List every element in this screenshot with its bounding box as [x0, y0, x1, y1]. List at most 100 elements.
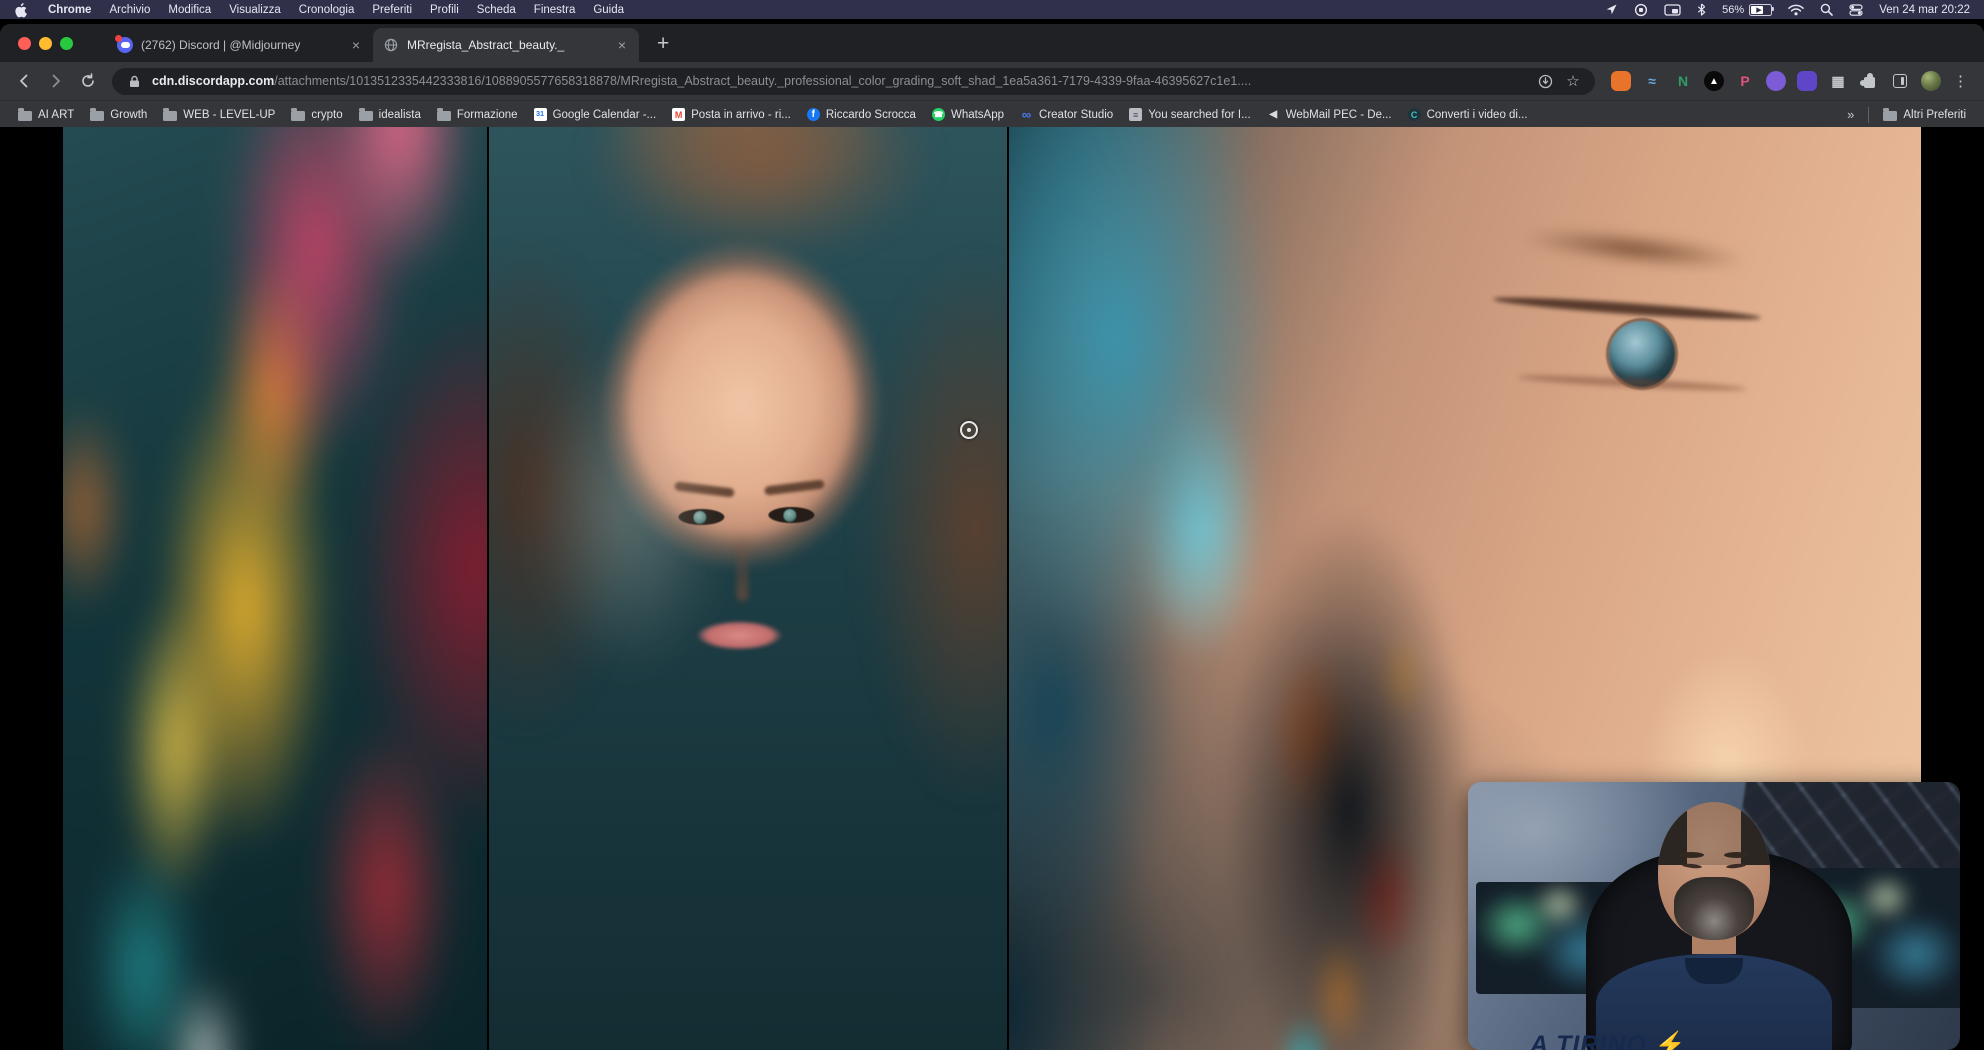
battery-icon: ▸ — [1749, 4, 1772, 16]
chrome-window: (2762) Discord | @Midjourney×MRregista_A… — [0, 24, 1984, 1050]
other-bookmarks-label: Altri Preferiti — [1903, 109, 1966, 121]
new-tab-button[interactable]: + — [651, 33, 675, 54]
bookmarks-bar: AI ARTGrowthWEB - LEVEL-UPcryptoidealist… — [0, 100, 1984, 128]
bookmark-label: Creator Studio — [1039, 109, 1113, 121]
download-icon[interactable] — [1535, 71, 1555, 91]
close-window-button[interactable] — [18, 37, 31, 50]
bookmark-webmail-pec-de[interactable]: ◀ WebMail PEC - De... — [1259, 104, 1400, 126]
forward-button[interactable] — [42, 67, 70, 95]
grid-extension-icon[interactable]: ▦ — [1828, 71, 1848, 91]
lock-icon[interactable] — [124, 71, 144, 91]
bookmark-growth[interactable]: Growth — [82, 104, 155, 126]
url-text: cdn.discordapp.com/attachments/101351233… — [152, 74, 1527, 88]
menu-item-archivio[interactable]: Archivio — [100, 4, 159, 16]
purple-circle-extension-icon[interactable] — [1766, 71, 1786, 91]
bookmark-label: Posta in arrivo - ri... — [691, 109, 791, 121]
wifi-icon[interactable] — [1788, 4, 1804, 16]
menu-item-visualizza[interactable]: Visualizza — [220, 4, 290, 16]
bookmark-idealista[interactable]: idealista — [351, 104, 429, 126]
pink-p-extension-icon[interactable]: P — [1735, 71, 1755, 91]
other-bookmarks-folder[interactable]: Altri Preferiti — [1875, 104, 1974, 126]
bookmark-posta-in-arrivo-ri[interactable]: MPosta in arrivo - ri... — [664, 104, 799, 126]
tab-label: MRregista_Abstract_beauty._ — [407, 38, 607, 52]
menu-item-scheda[interactable]: Scheda — [468, 4, 525, 16]
mouse-cursor — [960, 421, 978, 439]
artwork-left-abstract-panel — [63, 127, 487, 1050]
url-path: /attachments/1013512335442333816/1088905… — [274, 74, 1251, 88]
display-mirroring-icon[interactable] — [1664, 4, 1681, 16]
menu-item-modifica[interactable]: Modifica — [159, 4, 220, 16]
bluetooth-icon[interactable] — [1697, 3, 1706, 16]
menu-item-finestra[interactable]: Finestra — [525, 4, 585, 16]
bookmark-star-icon[interactable]: ☆ — [1563, 71, 1583, 91]
generic-bookmark-icon: ≡ — [1129, 108, 1142, 121]
bookmark-converti-i-video-di[interactable]: CConverti i video di... — [1400, 104, 1536, 126]
bookmark-creator-studio[interactable]: ∞ Creator Studio — [1012, 104, 1121, 126]
bookmark-whatsapp[interactable]: ☎WhatsApp — [924, 104, 1012, 126]
webmail-bookmark-icon: ◀ — [1267, 108, 1280, 121]
bookmark-web-level-up[interactable]: WEB - LEVEL-UP — [155, 104, 283, 126]
tab-label: (2762) Discord | @Midjourney — [141, 38, 341, 52]
bookmark-ai-art[interactable]: AI ART — [10, 104, 82, 126]
folder-bookmark-icon — [437, 111, 451, 121]
tab-close-icon[interactable]: × — [349, 37, 363, 53]
folder-icon — [1883, 111, 1897, 121]
folder-bookmark-icon — [18, 111, 32, 121]
midjourney-extension-icon[interactable]: ▲ — [1704, 71, 1724, 91]
bookmark-riccardo-scrocca[interactable]: f Riccardo Scrocca — [799, 104, 924, 126]
tab-strip: (2762) Discord | @Midjourney×MRregista_A… — [107, 28, 639, 62]
menu-bar-status: 56% ▸ Ven 24 mar — [1605, 3, 1970, 17]
bookmark-you-searched-for-i[interactable]: ≡You searched for I... — [1121, 104, 1259, 126]
menu-item-chrome[interactable]: Chrome — [39, 4, 100, 16]
menu-items: ChromeArchivioModificaVisualizzaCronolog… — [39, 4, 633, 16]
apple-logo-icon[interactable] — [14, 3, 27, 17]
control-center-icon[interactable] — [1849, 4, 1863, 16]
window-controls — [18, 37, 73, 50]
tab-2[interactable]: MRregista_Abstract_beauty._ × — [373, 28, 639, 62]
orange-extension-icon[interactable] — [1611, 71, 1631, 91]
presenter-person — [1564, 782, 1864, 1050]
menu-bar-clock[interactable]: Ven 24 mar 20:22 — [1879, 4, 1970, 16]
tab-1[interactable]: (2762) Discord | @Midjourney × — [107, 28, 373, 62]
fullscreen-window-button[interactable] — [60, 37, 73, 50]
artwork-center-portrait-panel — [487, 127, 1007, 1050]
convert-bookmark-icon: C — [1408, 108, 1421, 121]
bookmarks-overflow-button[interactable]: » — [1839, 107, 1862, 122]
tab-bar: (2762) Discord | @Midjourney×MRregista_A… — [0, 24, 1984, 62]
chrome-menu-button[interactable]: ⋮ — [1951, 72, 1974, 90]
minimize-window-button[interactable] — [39, 37, 52, 50]
reload-button[interactable] — [74, 67, 102, 95]
bookmark-label: WebMail PEC - De... — [1286, 109, 1392, 121]
bookmark-crypto[interactable]: crypto — [283, 104, 350, 126]
bolt-icon: ⚡ — [1655, 1031, 1687, 1050]
macos-menu-bar: ChromeArchivioModificaVisualizzaCronolog… — [0, 0, 1984, 19]
bookmark-label: Formazione — [457, 109, 518, 121]
green-n-extension-icon[interactable]: N — [1673, 71, 1693, 91]
spotlight-search-icon[interactable] — [1820, 3, 1833, 16]
address-bar[interactable]: cdn.discordapp.com/attachments/101351233… — [112, 68, 1595, 95]
bookmark-formazione[interactable]: Formazione — [429, 104, 526, 126]
screen-record-icon[interactable] — [1634, 3, 1648, 17]
meta-bookmark-icon: ∞ — [1020, 108, 1033, 121]
battery-indicator[interactable]: 56% ▸ — [1722, 4, 1772, 16]
bookmark-items: AI ARTGrowthWEB - LEVEL-UPcryptoidealist… — [10, 104, 1536, 126]
facebook-bookmark-icon: f — [807, 108, 820, 121]
puzzle-extension-icon[interactable] — [1859, 71, 1879, 91]
menu-item-profili[interactable]: Profili — [421, 4, 468, 16]
side-panel-extension-icon[interactable] — [1890, 71, 1910, 91]
folder-bookmark-icon — [359, 111, 373, 121]
tab-close-icon[interactable]: × — [615, 37, 629, 53]
waves-extension-icon[interactable]: ≈ — [1642, 71, 1662, 91]
webcam-overlay: A TIRINO ⚡ — [1468, 782, 1960, 1050]
profile-avatar-icon[interactable] — [1921, 71, 1941, 91]
purple-blob-extension-icon[interactable] — [1797, 71, 1817, 91]
bookmark-label: Google Calendar -... — [553, 109, 657, 121]
back-button[interactable] — [10, 67, 38, 95]
bookmark-label: Riccardo Scrocca — [826, 109, 916, 121]
menu-item-preferiti[interactable]: Preferiti — [363, 4, 421, 16]
menu-item-guida[interactable]: Guida — [584, 4, 633, 16]
location-icon[interactable] — [1605, 3, 1618, 16]
menu-item-cronologia[interactable]: Cronologia — [290, 4, 364, 16]
bookmark-google-calendar[interactable]: 31Google Calendar -... — [526, 104, 665, 126]
folder-bookmark-icon — [291, 111, 305, 121]
